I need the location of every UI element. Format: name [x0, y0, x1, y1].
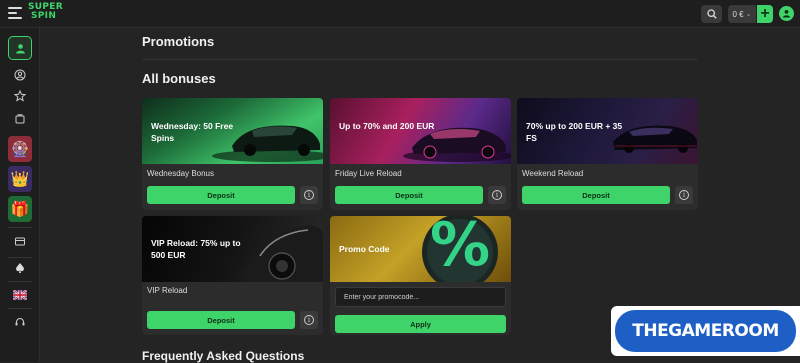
apply-button[interactable]: Apply [335, 315, 506, 333]
crown-icon: 👑 [10, 171, 30, 188]
sidebar-thumb-gifts[interactable]: 🎁 [8, 196, 32, 222]
promo-code-card: % Promo Code Apply [330, 216, 511, 335]
wallet-icon [15, 237, 25, 246]
divider [142, 59, 698, 60]
bonus-banner-title: Wednesday: 50 Free Spins [151, 121, 234, 143]
gift-icon: 🎁 [10, 201, 30, 218]
deposit-button[interactable]: Deposit [335, 186, 483, 204]
bonus-banner-title: VIP Reload: 75% up to 500 EUR [151, 238, 241, 260]
page-title: Promotions [142, 34, 215, 49]
user-icon [15, 43, 25, 53]
headset-icon [15, 318, 25, 326]
bonus-banner-title: Up to 70% and 200 EUR [339, 121, 435, 131]
sidebar-divider [8, 227, 32, 228]
user-icon [782, 9, 791, 18]
deposit-button[interactable]: Deposit [147, 186, 295, 204]
bonus-banner[interactable]: Wednesday: 50 Free Spins [142, 98, 323, 164]
search-button[interactable] [701, 5, 722, 23]
watermark-text: THEGAMEROOM [632, 321, 779, 341]
deposit-button[interactable]: Deposit [147, 311, 295, 329]
info-icon: i [304, 190, 314, 200]
add-funds-button[interactable]: + [757, 5, 773, 23]
bonus-banner[interactable]: Up to 70% and 200 EUR [330, 98, 511, 164]
wheel-icon: 🎡 [10, 141, 30, 158]
menu-icon[interactable] [8, 7, 22, 21]
info-icon: i [492, 190, 502, 200]
sidebar: 🎡 👑 🎁 [0, 28, 40, 362]
info-button[interactable]: i [675, 186, 693, 204]
sidebar-item-games[interactable] [8, 256, 32, 280]
sidebar-item-profile[interactable] [8, 36, 32, 60]
sidebar-divider [8, 281, 32, 282]
bonus-name: Wednesday Bonus [147, 169, 215, 178]
bonus-banner[interactable]: VIP Reload: 75% up to 500 EUR [142, 216, 323, 282]
bonus-card-vip: VIP Reload: 75% up to 500 EUR VIP Reload… [142, 216, 323, 335]
info-icon: i [304, 315, 314, 325]
bonus-name: Weekend Reload [522, 169, 584, 178]
bonus-card-wednesday: Wednesday: 50 Free Spins Wednesday Bonus… [142, 98, 323, 210]
info-icon: i [679, 190, 689, 200]
sidebar-thumb-vip[interactable]: 👑 [8, 166, 32, 192]
profile-button[interactable] [779, 6, 794, 21]
balance-selector[interactable]: 0 € ⌄ [728, 5, 756, 23]
promo-code-input[interactable] [335, 287, 506, 307]
bonus-banner[interactable]: 70% up to 200 EUR + 35 FS [517, 98, 698, 164]
language-selector[interactable] [8, 283, 32, 307]
history-icon [15, 114, 25, 124]
info-button[interactable]: i [300, 186, 318, 204]
promo-banner: % Promo Code [330, 216, 511, 282]
bonus-card-friday: Up to 70% and 200 EUR Friday Live Reload… [330, 98, 511, 210]
bonus-banner-title: 70% up to 200 EUR + 35 FS [526, 121, 623, 143]
search-icon [706, 9, 717, 19]
user-circle-icon [14, 69, 26, 81]
bonus-name: VIP Reload [147, 286, 188, 295]
sidebar-item-favorites[interactable] [8, 84, 32, 108]
bonus-card-weekend: 70% up to 200 EUR + 35 FS Weekend Reload… [517, 98, 698, 210]
info-button[interactable]: i [488, 186, 506, 204]
sidebar-thumb-promo-wheel[interactable]: 🎡 [8, 136, 32, 162]
sidebar-item-recent[interactable] [8, 107, 32, 131]
deposit-button[interactable]: Deposit [522, 186, 670, 204]
bonus-name: Friday Live Reload [335, 169, 402, 178]
chevron-down-icon: ⌄ [745, 11, 752, 18]
watermark-badge: THEGAMEROOM [615, 310, 796, 352]
sidebar-item-cashier[interactable] [8, 229, 32, 253]
top-bar: SUPER SPIN 0 € ⌄ + [0, 0, 800, 28]
balance-value: 0 € [732, 9, 744, 19]
section-title: All bonuses [142, 71, 216, 86]
promo-banner-title: Promo Code [339, 244, 390, 254]
logo[interactable]: SUPER SPIN [28, 3, 63, 21]
sidebar-divider [8, 308, 32, 309]
uk-flag-icon [13, 290, 27, 300]
info-button[interactable]: i [300, 311, 318, 329]
faq-title: Frequently Asked Questions [142, 349, 305, 363]
watermark: THEGAMEROOM [611, 306, 800, 356]
support-button[interactable] [8, 310, 32, 334]
star-icon [14, 90, 26, 102]
spade-icon [16, 263, 24, 273]
